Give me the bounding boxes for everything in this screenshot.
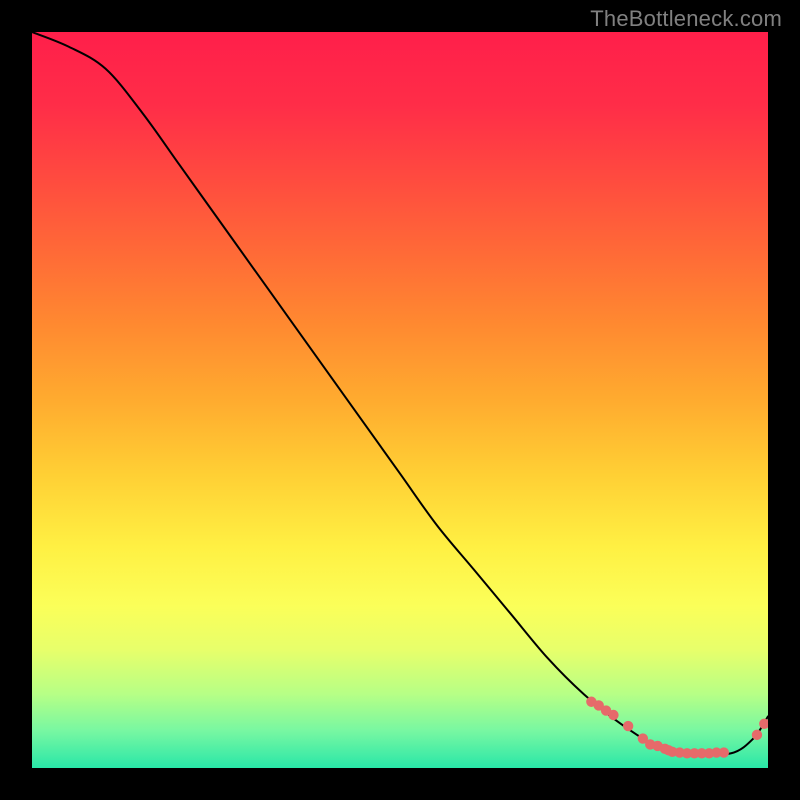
data-marker: [752, 730, 762, 740]
chart-svg: [32, 32, 768, 768]
bottleneck-curve: [32, 32, 768, 755]
data-marker: [719, 747, 729, 757]
data-marker: [623, 721, 633, 731]
watermark-text: TheBottleneck.com: [590, 6, 782, 32]
chart-stage: TheBottleneck.com: [0, 0, 800, 800]
data-marker: [608, 710, 618, 720]
plot-area: [32, 32, 768, 768]
